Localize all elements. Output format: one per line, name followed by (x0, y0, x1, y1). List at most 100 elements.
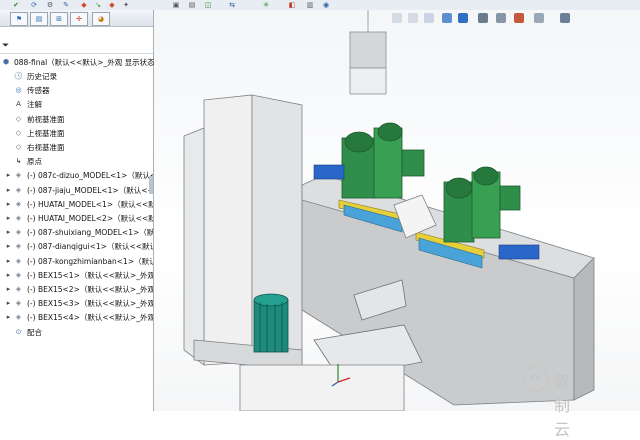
dimxpert-tab[interactable]: ✛ (70, 12, 88, 26)
tree-item[interactable]: ▸ ◈ (-) BEX15<1>（默认<<默认>_外观 (0, 269, 153, 283)
tree-item-label: (-) 087-kongzhimianban<1>（默认 (27, 256, 153, 266)
stand (239, 364, 405, 411)
sketch-icon[interactable]: ✎ (62, 1, 70, 9)
tree-item-label: (-) 087c-dizuo_MODEL<1>（默认< (27, 171, 153, 181)
tree-item-label: (-) 087-shuixiang_MODEL<1>（默认 (27, 228, 153, 238)
panel-resize-handle[interactable] (149, 176, 153, 194)
part-icon: ◈ (15, 199, 22, 208)
tree-item[interactable]: ◇ 右视基准面 (0, 141, 153, 155)
part-icon: ◈ (15, 242, 22, 251)
filter-icon[interactable]: ⏷ (2, 41, 9, 51)
tree-root[interactable]: ⬢ 088-final（默认<<默认>_外观 显示状态 (0, 56, 155, 70)
tree-item[interactable]: ▸ ◈ (-) BEX15<4>（默认<<默认>_外观 (0, 311, 153, 325)
part-icon: ◈ (15, 256, 22, 265)
tree-item-label: 前视基准面 (27, 114, 65, 124)
part-icon: ◈ (15, 171, 22, 180)
tree-item[interactable]: ▸ ◈ (-) 087-kongzhimianban<1>（默认 (0, 255, 153, 269)
tree-item[interactable]: ◎ 传感器 (0, 84, 153, 98)
expand-arrow-icon[interactable]: ▸ (4, 228, 13, 237)
tool-icon[interactable]: ✦ (122, 1, 130, 9)
arrow-icon[interactable]: ↘ (94, 1, 102, 9)
smart-dimension-icon[interactable]: ◆ (80, 1, 88, 9)
tree-item[interactable]: ▸ ◈ (-) 087-shuixiang_MODEL<1>（默认 (0, 226, 153, 240)
tree-item-label: 配合 (27, 327, 42, 337)
expand-arrow-icon[interactable]: ▸ (4, 214, 13, 223)
tree-item[interactable]: ▸ ◈ (-) HUATAI_MODEL<1>（默认<<默 (0, 198, 153, 212)
expand-arrow-icon[interactable]: ▸ (4, 171, 13, 180)
history-icon: 🕓 (14, 72, 23, 80)
tree-root-label: 088-final（默认<<默认>_外观 显示状态 (14, 58, 155, 67)
graphics-viewport[interactable] (154, 10, 640, 411)
tree-item-label: (-) HUATAI_MODEL<1>（默认<<默 (27, 199, 153, 209)
tree-item[interactable]: ◇ 上视基准面 (0, 127, 153, 141)
part-icon: ◈ (15, 299, 22, 308)
expand-arrow-icon[interactable]: ▸ (4, 257, 13, 266)
plane-icon: ◇ (15, 143, 22, 151)
view-icon[interactable]: ▥ (306, 1, 314, 9)
tree-item-label: (-) 087-dianqigui<1>（默认<<默认 (27, 242, 153, 252)
tree-item[interactable]: ▸ ◈ (-) 087-jiaju_MODEL<1>（默认<< (0, 184, 153, 198)
tree-item-label: 原点 (27, 157, 42, 167)
tree-item-label: 上视基准面 (27, 128, 65, 138)
part-icon: ◈ (15, 313, 22, 322)
tree-item-label: 历史记录 (27, 72, 57, 81)
config-tab[interactable]: ⊞ (50, 12, 68, 26)
feature-manager-panel: ⚑ ▤ ⊞ ✛ ◕ ⏷ ⬢ 088-final（默认<<默认>_外观 显示状态 … (0, 10, 155, 411)
tree-item[interactable]: ◇ 前视基准面 (0, 113, 153, 127)
tree-item[interactable]: ⊙ 配合 (0, 326, 153, 340)
property-tab[interactable]: ▤ (30, 12, 48, 26)
tree-item[interactable]: ▸ ◈ (-) BEX15<2>（默认<<默认>_外观 (0, 283, 153, 297)
expand-arrow-icon[interactable]: ▸ (4, 285, 13, 294)
plane-icon: ◇ (15, 114, 22, 123)
teal-motor (253, 293, 289, 353)
assembly-icon: ⬢ (3, 58, 10, 66)
expand-arrow-icon[interactable]: ▸ (4, 200, 13, 209)
appearance-tab[interactable]: ◕ (92, 12, 110, 26)
render-icon[interactable]: ◉ (322, 1, 330, 9)
explode-icon[interactable]: ✳ (262, 1, 270, 9)
expand-arrow-icon[interactable]: ▸ (4, 299, 13, 308)
panel-tabs: ⚑ ▤ ⊞ ✛ ◕ (0, 10, 153, 27)
annotation-icon: A (16, 100, 21, 109)
tree-item-label: 注解 (27, 100, 42, 110)
expand-arrow-icon[interactable]: ▸ (4, 186, 13, 195)
coordinate-triad (331, 364, 351, 387)
hanging-light-box (349, 10, 387, 95)
part-icon: ◈ (15, 185, 22, 194)
section-icon[interactable]: ◧ (288, 1, 296, 9)
component-icon[interactable]: ▣ (172, 1, 180, 9)
tree-item-label: (-) BEX15<1>（默认<<默认>_外观 (27, 270, 153, 280)
options-icon[interactable]: ⚙ (46, 1, 54, 9)
sensor-icon: ◎ (15, 86, 22, 95)
check-icon[interactable]: ✔ (12, 1, 20, 9)
insert-icon[interactable]: ▤ (188, 1, 196, 9)
part-icon: ◈ (15, 270, 22, 279)
expand-arrow-icon[interactable]: ▸ (4, 242, 13, 251)
part-icon: ◈ (15, 228, 22, 237)
tree-item-label: (-) 087-jiaju_MODEL<1>（默认<< (27, 185, 153, 195)
tree-item-label: (-) BEX15<2>（默认<<默认>_外观 (27, 285, 153, 294)
assembly-model (183, 10, 595, 411)
wechat-logo-icon: ◠ (522, 366, 548, 392)
expand-arrow-icon[interactable]: ▸ (4, 313, 13, 322)
tree-item-label: (-) BEX15<4>（默认<<默认>_外观 (27, 313, 153, 323)
feature-icon[interactable]: ◆ (108, 1, 116, 9)
tree-item[interactable]: ▸ ◈ (-) 087c-dizuo_MODEL<1>（默认< (0, 169, 153, 183)
move-icon[interactable]: ⇆ (228, 1, 236, 9)
tree-item[interactable]: 🕓 历史记录 (0, 70, 153, 84)
mate-icon: ⊙ (15, 327, 22, 336)
tree-item[interactable]: ▸ ◈ (-) HUATAI_MODEL<2>（默认<<默 (0, 212, 153, 226)
part-icon: ◈ (15, 285, 22, 293)
expand-arrow-icon[interactable]: ▸ (4, 271, 13, 280)
filter-bar: ⏷ (0, 39, 153, 54)
feature-tree-tab[interactable]: ⚑ (10, 12, 28, 26)
rebuild-icon[interactable]: ⟳ (30, 1, 38, 9)
tree-item[interactable]: ↳ 原点 (0, 155, 153, 169)
mate-toolbar-icon[interactable]: ◫ (204, 1, 212, 9)
tree-item[interactable]: A 注解 (0, 98, 153, 112)
tree-item-label: 右视基准面 (27, 143, 65, 152)
tree-item-label: (-) HUATAI_MODEL<2>（默认<<默 (27, 214, 153, 223)
tree-item[interactable]: ▸ ◈ (-) 087-dianqigui<1>（默认<<默认 (0, 240, 153, 254)
watermark-text: 智制云 (554, 372, 572, 439)
tree-item[interactable]: ▸ ◈ (-) BEX15<3>（默认<<默认>_外观 (0, 297, 153, 311)
